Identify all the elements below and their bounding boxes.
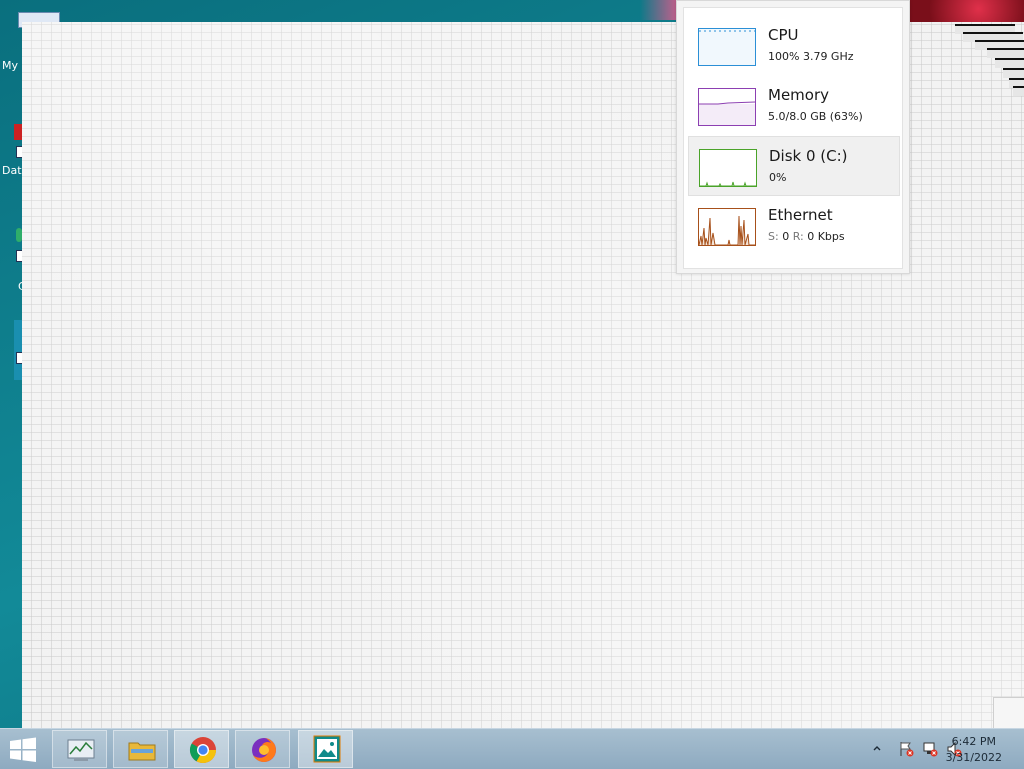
- perf-item-subtitle: S: 0 R: 0 Kbps: [768, 230, 845, 243]
- taskbar-file-explorer[interactable]: [113, 730, 168, 768]
- desktop-icon-label: My: [2, 59, 19, 72]
- window-corner-ghost: [993, 697, 1024, 729]
- show-hidden-icons-icon[interactable]: [872, 742, 882, 752]
- system-tray: 6:42 PM 3/31/2022: [824, 729, 1024, 769]
- taskbar-firefox[interactable]: [235, 730, 290, 768]
- network-icon[interactable]: [922, 741, 938, 757]
- perf-item-ethernet[interactable]: Ethernet S: 0 R: 0 Kbps: [688, 196, 898, 254]
- clock-time: 6:42 PM: [951, 735, 996, 748]
- perf-item-title: Ethernet: [768, 206, 833, 224]
- taskbar-photos[interactable]: [298, 730, 353, 768]
- receive-label: R:: [792, 230, 804, 243]
- cpu-graph-icon: [698, 28, 756, 66]
- perf-item-memory[interactable]: Memory 5.0/8.0 GB (63%): [688, 76, 898, 134]
- action-center-flag-icon[interactable]: [898, 741, 914, 757]
- taskbar-chrome[interactable]: [174, 730, 229, 768]
- wallpaper-glint: [640, 0, 680, 20]
- memory-graph-icon: [698, 88, 756, 126]
- start-button[interactable]: [8, 737, 40, 763]
- chrome-icon: [189, 737, 217, 764]
- performance-list: CPU 100% 3.79 GHz Memory 5.0/8.0 GB (63%…: [683, 7, 903, 269]
- perf-item-title: Memory: [768, 86, 830, 104]
- disk-graph-icon: [699, 149, 757, 187]
- taskbar-clock[interactable]: 6:42 PM 3/31/2022: [946, 734, 1002, 766]
- perf-item-cpu[interactable]: CPU 100% 3.79 GHz: [688, 16, 898, 74]
- taskbar: 6:42 PM 3/31/2022: [0, 728, 1024, 769]
- task-manager-icon: [67, 739, 95, 761]
- image-icon: [313, 735, 341, 763]
- receive-value: 0 Kbps: [807, 230, 845, 243]
- send-label: S:: [768, 230, 779, 243]
- perf-item-title: CPU: [768, 26, 799, 44]
- perf-item-title: Disk 0 (C:): [769, 147, 848, 165]
- task-manager-performance-panel: CPU 100% 3.79 GHz Memory 5.0/8.0 GB (63%…: [676, 0, 910, 274]
- perf-item-disk[interactable]: Disk 0 (C:) 0%: [688, 136, 900, 196]
- perf-item-subtitle: 100% 3.79 GHz: [768, 50, 854, 63]
- perf-item-subtitle: 0%: [769, 171, 787, 184]
- app-icon: [14, 320, 22, 380]
- perf-item-subtitle: 5.0/8.0 GB (63%): [768, 110, 863, 123]
- desktop-icon-label: Dat: [2, 164, 22, 177]
- firefox-icon: [252, 738, 276, 762]
- window-controls-ghost: [955, 22, 1024, 96]
- wallpaper-corner: [910, 0, 1024, 22]
- folder-icon: [128, 742, 156, 761]
- taskbar-task-manager[interactable]: [52, 730, 107, 768]
- ethernet-graph-icon: [698, 208, 756, 246]
- send-value: 0: [782, 230, 790, 243]
- windows-logo-icon: [10, 737, 36, 762]
- clock-date: 3/31/2022: [945, 751, 1002, 764]
